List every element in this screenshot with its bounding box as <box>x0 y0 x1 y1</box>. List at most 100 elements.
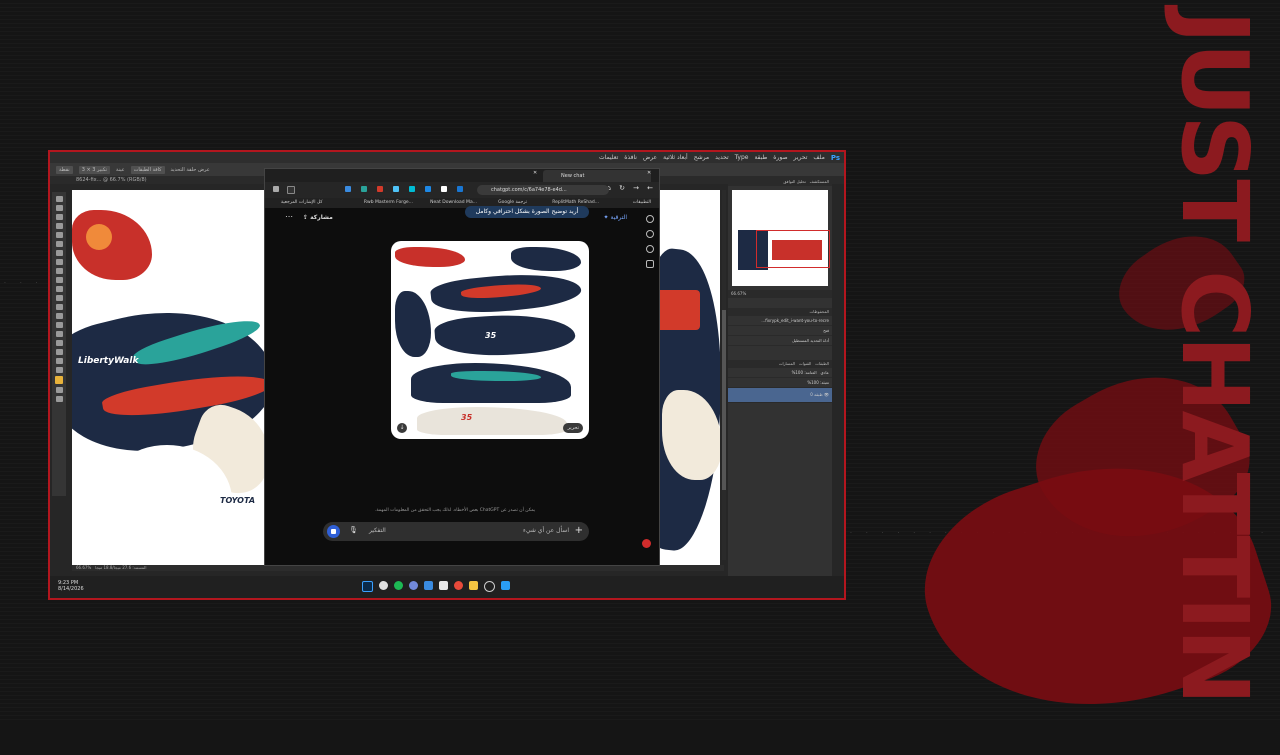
app-icon[interactable] <box>424 581 433 590</box>
bookmark-item[interactable]: Neat Download Ma... <box>430 200 477 205</box>
back-icon[interactable]: ← <box>647 184 653 192</box>
extension-icon[interactable] <box>345 186 351 192</box>
menu-item[interactable]: تحديد <box>715 154 729 161</box>
search-icon[interactable] <box>646 245 654 253</box>
pen-tool-icon[interactable] <box>55 322 63 328</box>
type-tool-icon[interactable] <box>55 331 63 337</box>
foreground-color-swatch[interactable] <box>55 376 63 384</box>
zoom-tool-icon[interactable] <box>55 367 63 373</box>
eye-icon[interactable]: 👁 <box>824 392 829 397</box>
history-brush-tool-icon[interactable] <box>55 277 63 283</box>
history-item[interactable]: فتح <box>728 326 832 336</box>
taskbar-clock[interactable]: 9:23 PM 8/14/2026 <box>58 580 84 592</box>
extension-icon[interactable] <box>441 186 447 192</box>
search-icon[interactable] <box>484 581 495 592</box>
app-icon[interactable] <box>379 581 388 590</box>
voice-mode-button[interactable] <box>327 525 340 538</box>
edit-image-button[interactable]: تحرير <box>563 423 583 433</box>
healing-tool-icon[interactable] <box>55 250 63 256</box>
menu-item[interactable]: نافذة <box>624 154 637 161</box>
extension-icon[interactable] <box>393 186 399 192</box>
menu-item[interactable]: طبقة <box>754 154 767 161</box>
history-item[interactable]: fixrypk_edit_i-want-you-to-recre... <box>728 316 832 326</box>
marquee-tool-icon[interactable] <box>55 205 63 211</box>
screen-mode-icon[interactable] <box>55 396 63 402</box>
opacity-value[interactable]: 100% <box>792 370 803 375</box>
stamp-tool-icon[interactable] <box>55 268 63 274</box>
message-composer[interactable]: + اسأل عن أي شيء التفكير 🎙 <box>323 522 589 541</box>
upgrade-button[interactable]: ✦ الترقية <box>604 214 627 221</box>
generated-image[interactable]: 35 35 تحرير ↓ <box>391 241 589 439</box>
history-panel-tab[interactable]: المحفوظات <box>728 308 832 316</box>
tab-layers[interactable]: الطبقات <box>815 361 829 366</box>
close-window-icon[interactable]: ✕ <box>647 170 651 176</box>
menu-item[interactable]: أبعاد ثلاثية <box>663 154 688 161</box>
spotify-icon[interactable] <box>394 581 403 590</box>
history-item[interactable]: أداة التحديد المستطيل <box>728 336 832 346</box>
new-chat-icon[interactable] <box>646 230 654 238</box>
bookmark-item[interactable]: Rwb Masterm Forge... <box>364 200 413 205</box>
hand-tool-icon[interactable] <box>55 358 63 364</box>
tab-new-chat[interactable]: New chat <box>543 170 651 182</box>
chrome-icon[interactable] <box>454 581 463 590</box>
eyedropper-tool-icon[interactable] <box>55 241 63 247</box>
discord-icon[interactable] <box>409 581 418 590</box>
shape-tool-icon[interactable] <box>55 349 63 355</box>
attach-plus-icon[interactable]: + <box>575 525 583 536</box>
forward-icon[interactable]: → <box>633 184 639 192</box>
windows-start-icon[interactable] <box>501 581 510 590</box>
dodge-tool-icon[interactable] <box>55 313 63 319</box>
extension-icon[interactable] <box>457 186 463 192</box>
tab-histogram[interactable]: تحليل التوافق <box>783 179 806 184</box>
thinking-toggle[interactable]: التفكير <box>369 527 386 534</box>
menu-icon[interactable] <box>273 186 279 192</box>
download-icon[interactable]: ↓ <box>397 423 407 433</box>
menu-item[interactable]: عرض <box>643 154 657 161</box>
navigator-thumbnail[interactable] <box>732 190 830 286</box>
address-bar[interactable]: chatgpt.com/c/6a74e78-e4d... <box>477 185 609 195</box>
extension-icon[interactable] <box>377 186 383 192</box>
navigator-zoom[interactable]: 66.67% <box>728 290 832 298</box>
canvas-scrollbar[interactable] <box>722 190 726 560</box>
chat-bubble-icon[interactable] <box>646 260 654 268</box>
share-button[interactable]: ⇪ مشاركة <box>303 214 333 221</box>
close-tab-icon[interactable]: ✕ <box>533 170 537 176</box>
tab-channels[interactable]: القنوات <box>799 361 812 366</box>
blur-tool-icon[interactable] <box>55 304 63 310</box>
eraser-tool-icon[interactable] <box>55 286 63 292</box>
store-icon[interactable] <box>439 581 448 590</box>
extension-icon[interactable] <box>361 186 367 192</box>
brush-tool-icon[interactable] <box>55 259 63 265</box>
photoshop-app-icon[interactable] <box>362 581 373 592</box>
bookmark-item[interactable]: Google ترجمة <box>498 200 527 205</box>
lasso-tool-icon[interactable] <box>55 214 63 220</box>
menu-item[interactable]: تعليمات <box>599 154 618 161</box>
menu-item[interactable]: ملف <box>813 154 824 161</box>
menu-item[interactable]: تحرير <box>794 154 808 161</box>
fill-value[interactable]: 100% <box>807 380 818 385</box>
bookmark-item[interactable]: ReplitMath ReShad... <box>552 200 599 205</box>
bookmark-all[interactable]: كل الإشارات المرجعية <box>281 200 322 205</box>
crop-tool-icon[interactable] <box>55 232 63 238</box>
option-show-ring[interactable]: عرض حلقة التحديد <box>171 167 210 173</box>
file-explorer-icon[interactable] <box>469 581 478 590</box>
option-sample-size[interactable]: نقطة <box>56 165 73 174</box>
menu-item[interactable]: مرشح <box>694 154 709 161</box>
quick-mask-icon[interactable] <box>55 387 63 393</box>
message-input[interactable]: اسأل عن أي شيء <box>523 527 569 534</box>
path-select-tool-icon[interactable] <box>55 340 63 346</box>
tab-paths[interactable]: المسارات <box>779 361 795 366</box>
reload-icon[interactable]: ↻ <box>619 184 625 192</box>
option-sample-grid[interactable]: تكبير 3 × 3 <box>78 165 110 174</box>
extension-icon[interactable] <box>409 186 415 192</box>
extension-icon[interactable] <box>425 186 431 192</box>
blend-mode-select[interactable]: عادي <box>820 370 829 375</box>
menu-item[interactable]: Type <box>735 154 749 161</box>
move-tool-icon[interactable] <box>55 196 63 202</box>
bookmark-apps[interactable]: التطبيقات <box>633 200 651 205</box>
tab-navigator[interactable]: المستكشف <box>810 179 829 184</box>
openai-logo-icon[interactable] <box>646 215 654 223</box>
layer-row[interactable]: 👁 طبقة 0 <box>728 388 832 403</box>
gradient-tool-icon[interactable] <box>55 295 63 301</box>
microphone-icon[interactable]: 🎙 <box>349 526 358 534</box>
